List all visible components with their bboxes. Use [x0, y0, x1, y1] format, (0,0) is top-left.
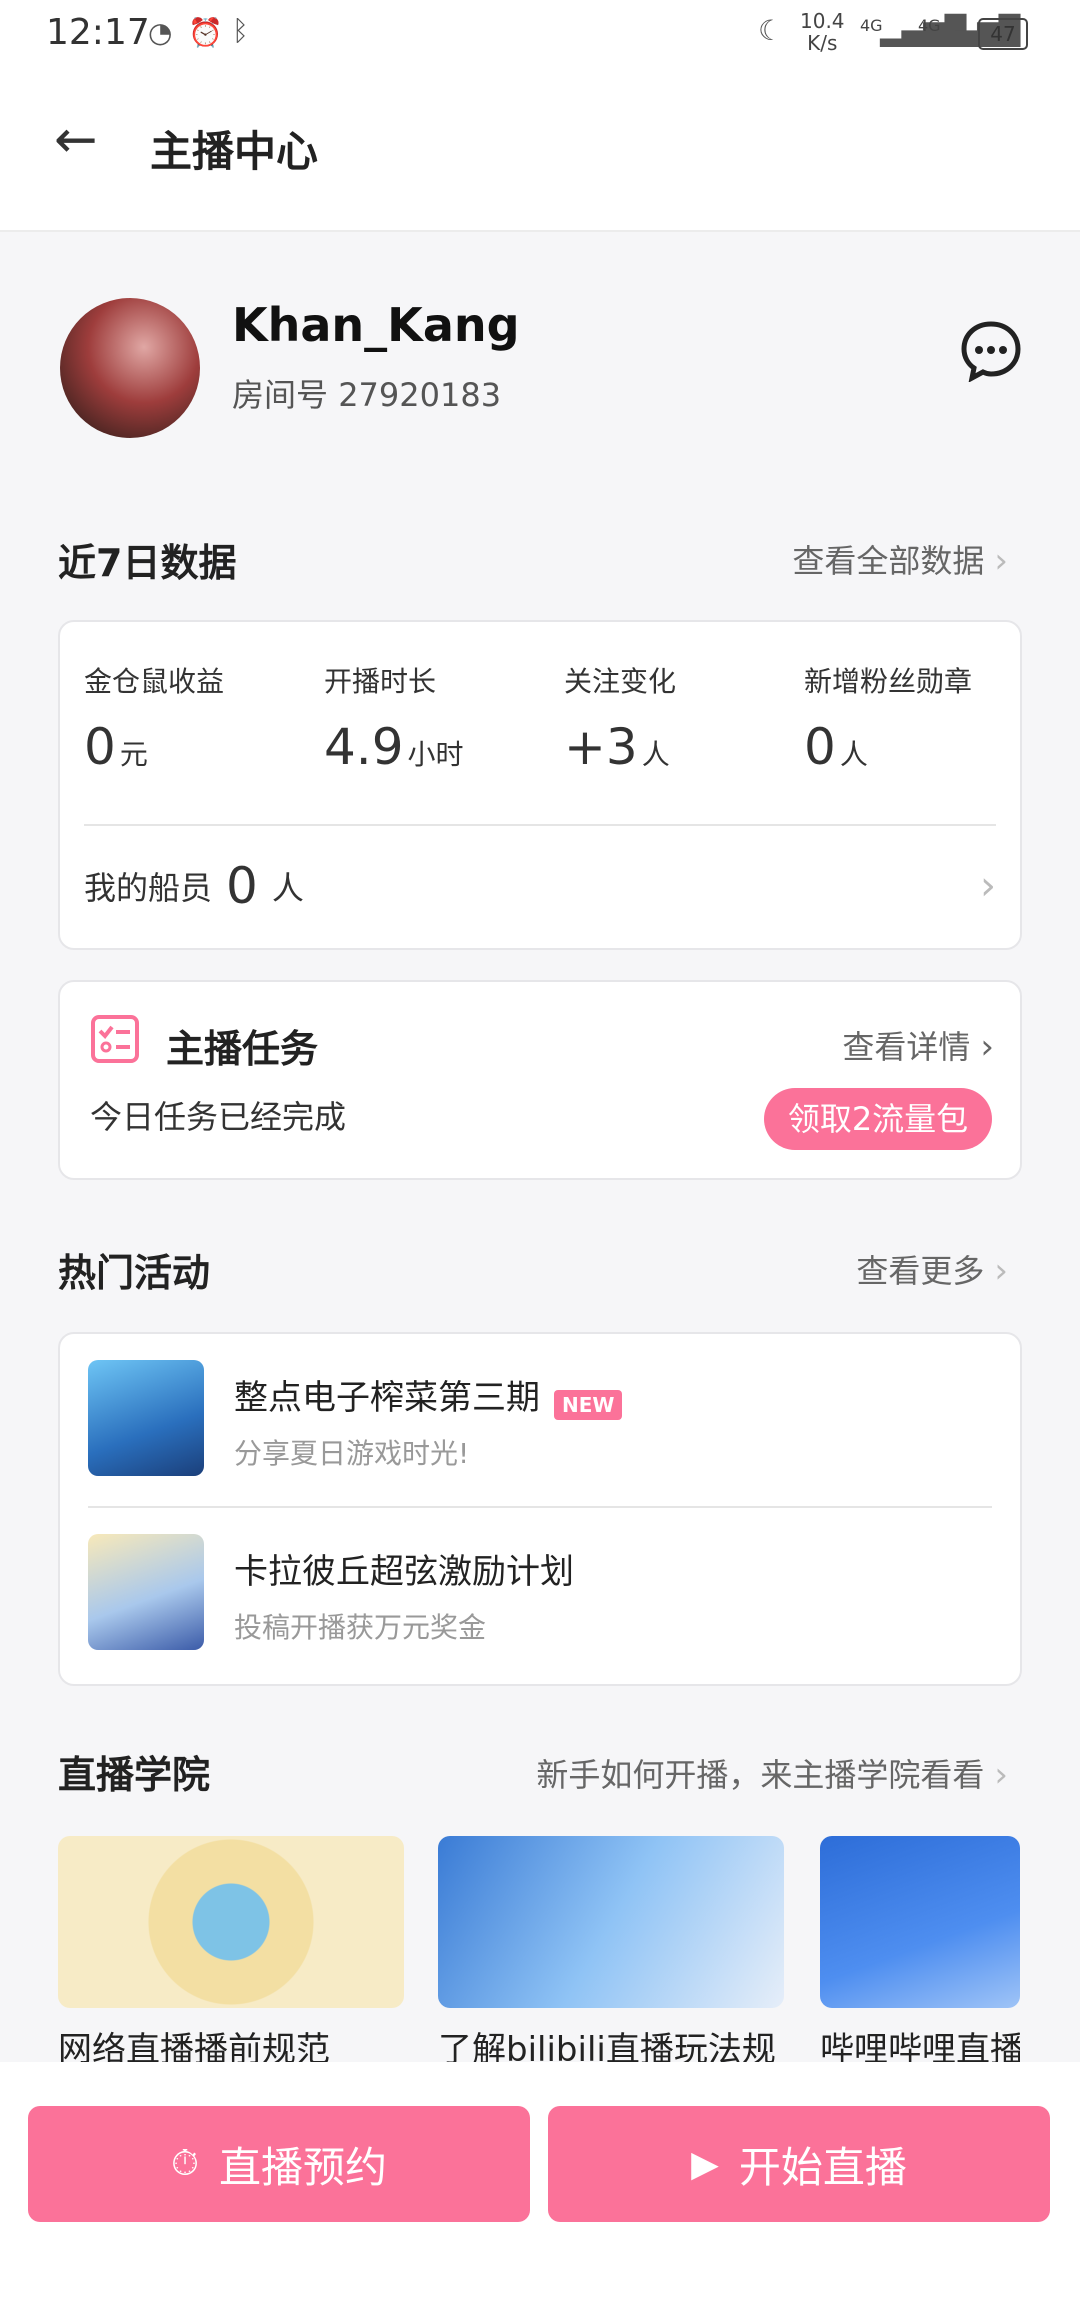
- academy-link-label: 新手如何开播，来主播学院看看: [536, 1756, 985, 1794]
- stat-value: 0: [804, 718, 836, 776]
- crew-label: 我的船员: [84, 869, 213, 907]
- status-bar: 12:17 ◔ ⏰ ᛒ ☾ 10.4 K/s 4G ▂▄▆█ 4G ▂▄▆█ 4…: [0, 0, 1080, 70]
- stat-label: 新增粉丝勋章: [804, 665, 973, 698]
- activity-title-row: 整点电子榨菜第三期 NEW: [234, 1370, 623, 1420]
- stat-unit: 小时: [407, 738, 464, 771]
- net-speed-value: 10.4: [800, 9, 845, 33]
- stat-follow-change: 关注变化 +3 人: [564, 660, 676, 776]
- view-more-label: 查看更多: [856, 1252, 985, 1290]
- view-more-activities-link[interactable]: 查看更多 ›: [856, 1246, 1008, 1292]
- chevron-right-icon: ›: [980, 863, 996, 909]
- view-all-data-link[interactable]: 查看全部数据 ›: [792, 536, 1008, 582]
- chevron-right-icon: ›: [994, 1251, 1008, 1291]
- activity-title: 卡拉彼丘超弦激励计划: [234, 1552, 574, 1592]
- stat-value: 0: [84, 718, 116, 776]
- academy-thumbnail: [58, 1836, 404, 2008]
- activity-thumbnail: [88, 1360, 204, 1476]
- room-number: 房间号 27920183: [232, 370, 501, 416]
- stat-value: +3: [564, 718, 638, 776]
- stat-label: 开播时长: [324, 665, 437, 698]
- new-badge: NEW: [554, 1389, 623, 1420]
- academy-carousel[interactable]: 网络直播播前规范 了解bilibili直播玩法规 哔哩哔哩直播: [58, 1836, 1020, 2062]
- stat-label: 关注变化: [564, 665, 677, 698]
- battery-level: 47: [990, 22, 1016, 46]
- weekly-stats-card: 金仓鼠收益 0元 开播时长 4.9 小时 关注变化 +3 人 新增粉丝勋章 0人 我…: [58, 620, 1022, 950]
- task-card: 主播任务 查看详情 › 今日任务已经完成 领取2流量包: [58, 980, 1022, 1180]
- start-live-button[interactable]: ▶ 开始直播: [548, 2106, 1050, 2222]
- username: Khan_Kang: [232, 298, 520, 352]
- alarm-icon: ⏰: [188, 16, 223, 49]
- crew-row[interactable]: 我的船员 0 人 ›: [84, 846, 996, 926]
- crew-unit: 人: [271, 869, 304, 907]
- chevron-right-icon: ›: [994, 541, 1008, 581]
- chevron-right-icon: ›: [994, 1755, 1008, 1795]
- stat-unit: 元: [119, 738, 148, 771]
- activities-title: 热门活动: [58, 1251, 211, 1295]
- academy-card[interactable]: 了解bilibili直播玩法规: [438, 1836, 784, 2062]
- stat-unit: 人: [839, 738, 868, 771]
- task-title: 主播任务: [166, 1027, 319, 1071]
- academy-card-title: 哔哩哔哩直播: [820, 2030, 1020, 2062]
- net-speed-unit: K/s: [807, 31, 838, 55]
- divider: [84, 824, 996, 826]
- list-item[interactable]: 整点电子榨菜第三期 NEW 分享夏日游戏时光!: [88, 1360, 992, 1490]
- live-reservation-label: 直播预约: [219, 2142, 388, 2192]
- academy-link[interactable]: 新手如何开播，来主播学院看看 ›: [536, 1750, 1008, 1796]
- academy-thumbnail: [820, 1836, 1020, 2008]
- view-all-data-label: 查看全部数据: [792, 542, 985, 580]
- list-item[interactable]: 卡拉彼丘超弦激励计划 投稿开播获万元奖金: [88, 1534, 992, 1664]
- chevron-right-icon: ›: [980, 1027, 994, 1067]
- live-reservation-icon: ⏱: [170, 2143, 200, 2184]
- activity-thumbnail: [88, 1534, 204, 1650]
- academy-card[interactable]: 哔哩哔哩直播: [820, 1836, 1020, 2062]
- stat-fan-medals: 新增粉丝勋章 0人: [804, 660, 972, 776]
- academy-card[interactable]: 网络直播播前规范: [58, 1836, 404, 2062]
- stat-live-duration: 开播时长 4.9 小时: [324, 660, 464, 776]
- task-details-link[interactable]: 查看详情 ›: [842, 1022, 994, 1068]
- academy-title: 直播学院: [58, 1753, 211, 1797]
- stat-value: 4.9: [324, 718, 404, 776]
- stat-earnings: 金仓鼠收益 0元: [84, 660, 224, 776]
- claim-traffic-button[interactable]: 领取2流量包: [764, 1088, 992, 1150]
- room-number-value: 27920183: [338, 376, 502, 414]
- status-time: 12:17: [46, 12, 150, 53]
- page-title: 主播中心: [150, 127, 319, 176]
- speedometer-icon: ◔: [148, 16, 173, 49]
- video-camera-icon: ▶: [691, 2143, 719, 2185]
- task-list-icon: [91, 1015, 139, 1063]
- activity-subtitle: 分享夏日游戏时光!: [234, 1437, 470, 1470]
- app-bar: ← 主播中心: [0, 70, 1080, 232]
- task-status: 今日任务已经完成: [90, 1098, 347, 1136]
- battery-icon: 47: [978, 18, 1028, 50]
- stat-label: 金仓鼠收益: [84, 665, 225, 698]
- bluetooth-icon: ᛒ: [232, 14, 249, 47]
- academy-card-title: 网络直播播前规范: [58, 2030, 330, 2062]
- arrow-left-icon[interactable]: ←: [54, 110, 98, 170]
- stat-unit: 人: [641, 738, 670, 771]
- avatar[interactable]: [60, 298, 200, 438]
- task-details-label: 查看详情: [842, 1028, 971, 1066]
- weekly-data-title: 近7日数据: [58, 541, 237, 585]
- academy-thumbnail: [438, 1836, 784, 2008]
- room-label: 房间号: [232, 376, 329, 414]
- divider: [88, 1506, 992, 1508]
- activity-subtitle: 投稿开播获万元奖金: [234, 1611, 487, 1644]
- bottom-action-bar: ⏱ 直播预约 ▶ 开始直播: [0, 2062, 1080, 2298]
- net-speed: 10.4 K/s: [800, 10, 845, 54]
- academy-card-title: 了解bilibili直播玩法规: [438, 2030, 776, 2062]
- start-live-label: 开始直播: [738, 2142, 907, 2192]
- moon-icon: ☾: [758, 14, 784, 47]
- activities-card: 整点电子榨菜第三期 NEW 分享夏日游戏时光! 卡拉彼丘超弦激励计划 投稿开播获万…: [58, 1332, 1022, 1686]
- live-reservation-button[interactable]: ⏱ 直播预约: [28, 2106, 530, 2222]
- crew-value: 0: [226, 857, 258, 915]
- chat-bubble-icon[interactable]: [960, 320, 1022, 382]
- activity-title: 整点电子榨菜第三期: [234, 1378, 540, 1418]
